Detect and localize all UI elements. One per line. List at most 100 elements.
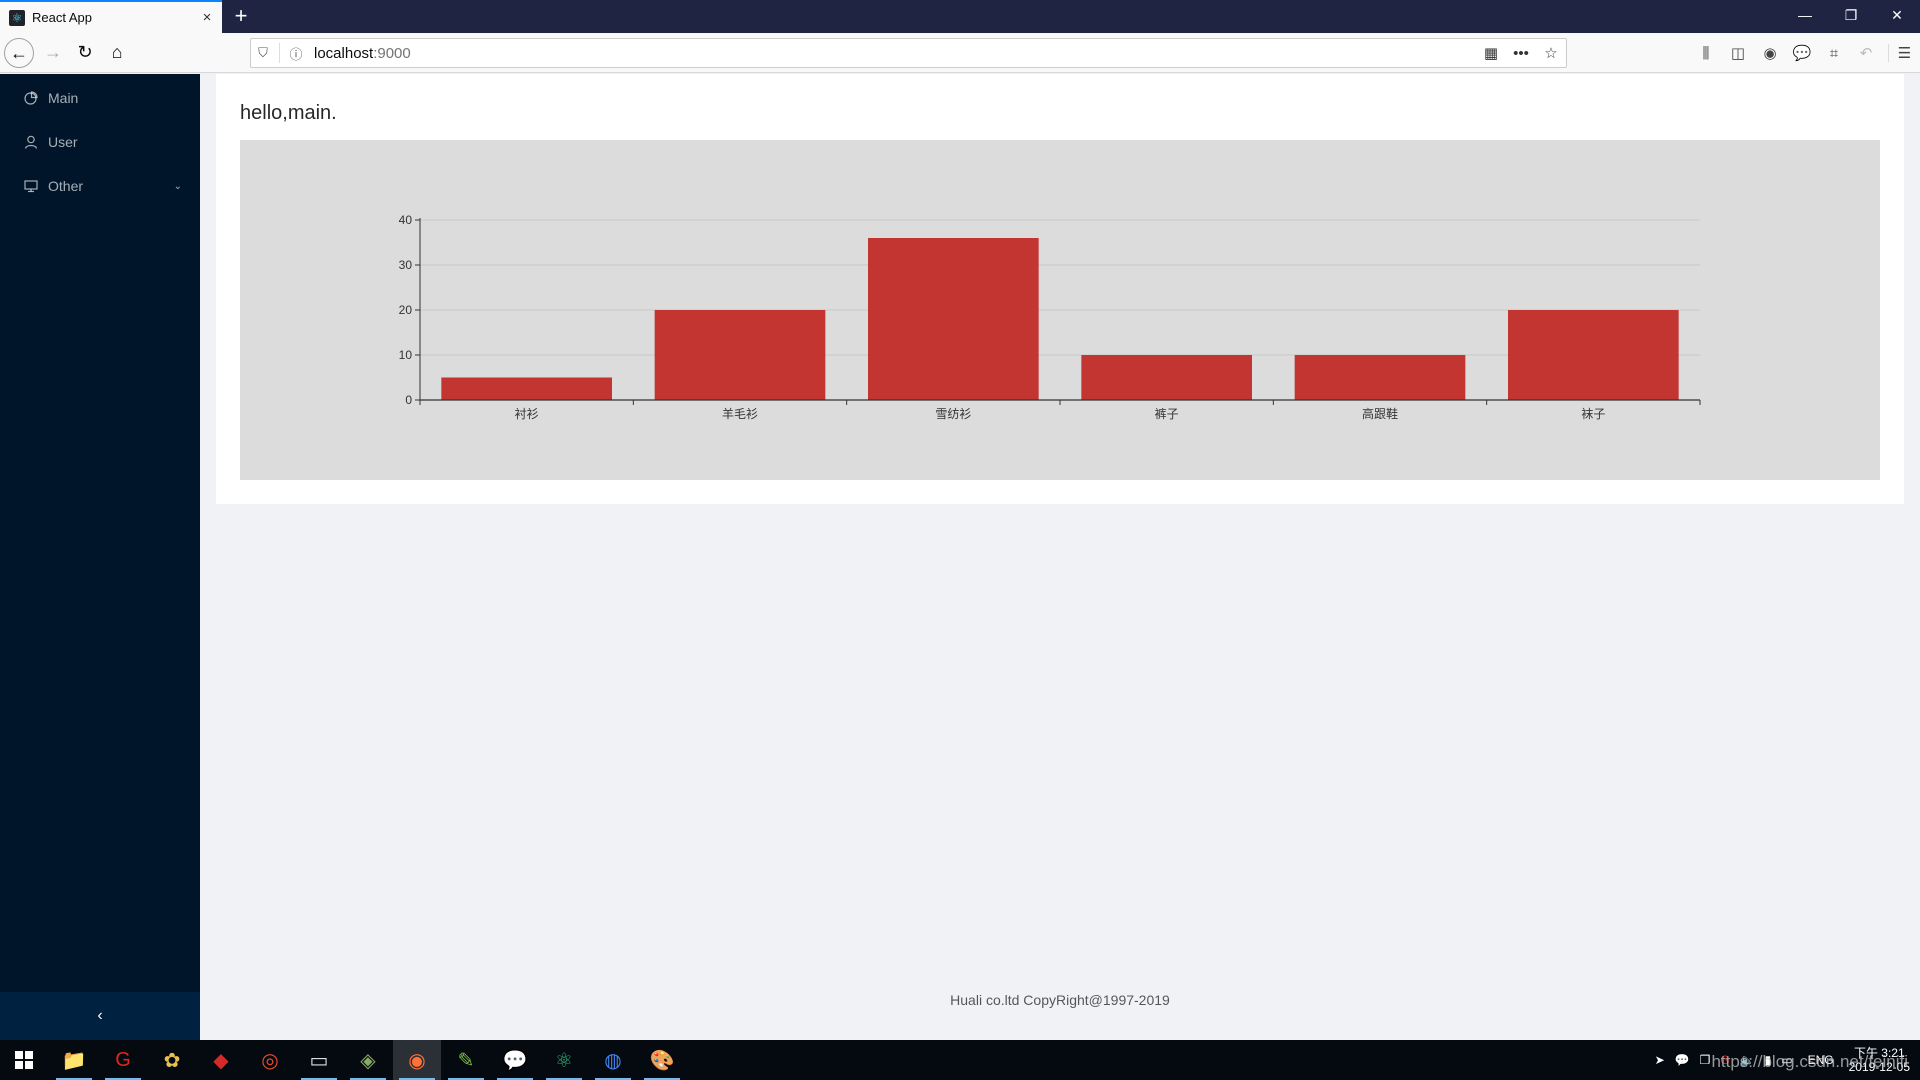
- x-tick-label: 裤子: [1155, 407, 1179, 421]
- home-button[interactable]: ⌂: [102, 38, 132, 68]
- file-explorer-icon: 📁: [61, 1049, 87, 1072]
- minimize-button[interactable]: —: [1782, 0, 1828, 33]
- app-red-g-icon: G: [115, 1048, 131, 1071]
- sidebar-collapse-button[interactable]: ‹: [0, 992, 200, 1040]
- x-tick-label: 高跟鞋: [1362, 406, 1398, 421]
- url-actions: ▦ ••• ☆: [1476, 44, 1566, 63]
- bar-高跟鞋: [1294, 355, 1466, 400]
- sidebar-item-main[interactable]: Main: [0, 78, 200, 118]
- notepad-icon: ✎: [457, 1049, 475, 1072]
- app-yellow-icon: ✿: [163, 1049, 181, 1072]
- tracking-shield-icon[interactable]: ⛉: [251, 45, 275, 61]
- tray-icon[interactable]: ❐: [1700, 1053, 1711, 1067]
- app-snail-icon: ◎: [261, 1049, 279, 1072]
- browser-titlebar: ⚛ React App × + — ❐ ✕: [0, 0, 1920, 33]
- taskbar-app-paint[interactable]: 🎨: [638, 1040, 686, 1080]
- taskbar-app-wechat[interactable]: 💬: [491, 1040, 539, 1080]
- page-actions-icon[interactable]: •••: [1506, 45, 1536, 62]
- chat-icon[interactable]: 💬: [1786, 44, 1818, 62]
- windows-logo-icon: [15, 1051, 33, 1069]
- screenshot-crop-icon[interactable]: ⌗: [1818, 45, 1850, 62]
- windows-taskbar: 📁 G ✿ ◆ ◎ ▭ ◈ ◉ ✎ 💬 ⚛ ◍ 🎨 ➤ 💬 ❐ G 🔈 ▮ ▭ ENG 下午 3:21 2019-1…: [0, 1040, 1920, 1080]
- x-tick-label: 袜子: [1581, 407, 1605, 421]
- y-tick-label: 10: [399, 348, 413, 362]
- forward-button[interactable]: →: [38, 38, 68, 68]
- tab-title: React App: [32, 10, 92, 25]
- new-tab-button[interactable]: +: [228, 3, 254, 29]
- browser-navbar: ← → ↻ ⌂ ⛉ ⓘ localhost:9000 ▦ ••• ☆ ⫼ ◫ ◉…: [0, 33, 1920, 73]
- url-port[interactable]: :9000: [373, 45, 411, 62]
- taskbar-app-app-snail[interactable]: ◎: [246, 1040, 294, 1080]
- sidebar: Main User Other ⌄: [0, 74, 200, 992]
- x-tick-label: 羊毛衫: [722, 406, 758, 421]
- url-bar[interactable]: ⛉ ⓘ localhost:9000 ▦ ••• ☆: [250, 38, 1567, 68]
- account-icon[interactable]: ◉: [1754, 44, 1786, 62]
- hamburger-menu-icon[interactable]: ☰: [1888, 44, 1920, 62]
- taskbar-app-file-explorer[interactable]: 📁: [50, 1040, 98, 1080]
- tab-close-icon[interactable]: ×: [196, 9, 218, 26]
- taskbar-app-app-red-g[interactable]: G: [99, 1040, 147, 1080]
- firefox-icon: ◉: [408, 1049, 426, 1072]
- bar-裤子: [1081, 355, 1252, 400]
- x-tick-label: 衬衫: [515, 407, 539, 421]
- y-tick-label: 0: [405, 393, 412, 407]
- taskbar-app-redis[interactable]: ◆: [197, 1040, 245, 1080]
- start-button[interactable]: [0, 1040, 48, 1080]
- qr-code-icon[interactable]: ▦: [1476, 44, 1506, 62]
- main-content-panel: hello,main. 0 10 20 30 40 衬衫 羊毛衫 雪纺衫 裤子 高跟鞋 袜子: [216, 74, 1904, 504]
- sidebar-item-user[interactable]: User: [0, 122, 200, 162]
- bar-雪纺衫: [868, 238, 1039, 400]
- y-tick-label: 20: [399, 303, 413, 317]
- taskbar-app-terminal[interactable]: ▭: [295, 1040, 343, 1080]
- paint-icon: 🎨: [649, 1049, 675, 1072]
- chrome-icon: ◍: [604, 1049, 622, 1072]
- taskbar-app-atom[interactable]: ⚛: [540, 1040, 588, 1080]
- tray-icon[interactable]: 💬: [1675, 1053, 1690, 1067]
- chevron-down-icon[interactable]: ⌄: [174, 181, 182, 192]
- undo-icon[interactable]: ↶: [1850, 44, 1882, 62]
- git-app-icon: ◈: [360, 1049, 376, 1072]
- react-favicon-icon: ⚛: [9, 9, 25, 26]
- bookmark-star-icon[interactable]: ☆: [1536, 44, 1566, 62]
- library-icon[interactable]: ⫼: [1690, 45, 1722, 62]
- wechat-icon: 💬: [502, 1049, 528, 1072]
- url-host[interactable]: localhost: [314, 45, 373, 62]
- atom-icon: ⚛: [555, 1049, 573, 1072]
- taskbar-app-chrome[interactable]: ◍: [589, 1040, 637, 1080]
- back-button[interactable]: ←: [4, 38, 34, 68]
- chevron-left-icon: ‹: [97, 1007, 103, 1024]
- reload-button[interactable]: ↻: [70, 38, 100, 68]
- desktop-icon: [24, 179, 38, 193]
- close-window-button[interactable]: ✕: [1874, 0, 1920, 33]
- x-tick-label: 雪纺衫: [935, 407, 971, 421]
- sidebar-toggle-icon[interactable]: ◫: [1722, 44, 1754, 62]
- taskbar-app-app-yellow[interactable]: ✿: [148, 1040, 196, 1080]
- browser-toolbar: ⫼ ◫ ◉ 💬 ⌗ ↶ ☰: [1690, 38, 1920, 68]
- redis-icon: ◆: [213, 1049, 229, 1072]
- bar-衬衫: [441, 377, 612, 400]
- bar-chart-svg: 0 10 20 30 40 衬衫 羊毛衫 雪纺衫 裤子 高跟鞋 袜子: [399, 213, 1701, 421]
- bar-chart: 0 10 20 30 40 衬衫 羊毛衫 雪纺衫 裤子 高跟鞋 袜子: [240, 140, 1880, 480]
- url-separator: [279, 43, 280, 63]
- taskbar-app-notepad[interactable]: ✎: [442, 1040, 490, 1080]
- page-greeting: hello,main.: [240, 102, 337, 124]
- tray-icon[interactable]: ➤: [1655, 1053, 1665, 1067]
- pie-chart-icon: [24, 91, 38, 105]
- taskbar-app-firefox[interactable]: ◉: [393, 1040, 441, 1080]
- tab-react-app[interactable]: ⚛ React App ×: [0, 0, 222, 33]
- sidebar-item-label: Other: [48, 178, 84, 194]
- sidebar-item-label: User: [48, 134, 78, 150]
- sidebar-item-label: Main: [48, 90, 79, 106]
- y-tick-label: 30: [399, 258, 413, 272]
- bar-羊毛衫: [654, 310, 826, 400]
- y-tick-label: 40: [399, 213, 413, 227]
- restore-button[interactable]: ❐: [1828, 0, 1874, 33]
- user-icon: [24, 135, 38, 149]
- sidebar-item-other[interactable]: Other ⌄: [0, 166, 200, 206]
- site-info-icon[interactable]: ⓘ: [284, 44, 308, 63]
- taskbar-app-git-app[interactable]: ◈: [344, 1040, 392, 1080]
- bar-袜子: [1508, 310, 1679, 400]
- terminal-icon: ▭: [309, 1049, 329, 1072]
- footer-copyright: Huali co.ltd CopyRight@1997-2019: [950, 992, 1170, 1008]
- watermark-text: https://blog.csdn.net/feinifi: [1711, 1052, 1908, 1071]
